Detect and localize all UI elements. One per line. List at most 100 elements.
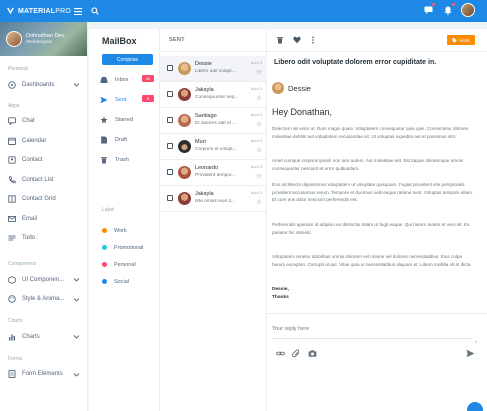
signoff-line: Thanks xyxy=(272,295,289,300)
camera-icon[interactable] xyxy=(308,349,317,358)
label-personal[interactable]: Personal xyxy=(89,256,160,273)
chart-icon xyxy=(7,332,16,341)
sender-name: Dessie xyxy=(195,61,212,67)
message-checkbox[interactable] xyxy=(167,91,173,97)
star-icon[interactable]: ☆ xyxy=(256,198,262,206)
bell-icon[interactable] xyxy=(441,3,455,17)
message-row[interactable]: Santiago Et dolores odit et ... April 3 … xyxy=(160,108,267,134)
folder-starred[interactable]: Starred xyxy=(89,111,160,128)
chevron-down-icon xyxy=(73,83,80,87)
label-name: Social xyxy=(114,278,129,285)
section-personal: Personal xyxy=(8,66,28,72)
sidebar-item-contact[interactable]: Contact xyxy=(0,151,87,171)
sender-avatar xyxy=(178,62,191,75)
email-paragraph: Perferendis aperiam id adipisci eo disti… xyxy=(272,222,470,235)
email-paragraph: Delectus nisi enim ut. Rum magni quasi. … xyxy=(272,126,469,139)
sidebar-item-label: Email xyxy=(22,215,38,222)
folder-label: Draft xyxy=(115,136,127,143)
message-preview: Iste omnis eius d... xyxy=(195,199,235,204)
message-checkbox[interactable] xyxy=(167,143,173,149)
more-vertical-icon[interactable] xyxy=(309,36,317,44)
sidebar-item-ui-components[interactable]: UI Componen... xyxy=(0,270,87,290)
link-icon[interactable] xyxy=(276,349,285,358)
message-row[interactable]: Leonardo Provident tempor... April 3 ☆ xyxy=(160,160,267,186)
message-row[interactable]: Jakayla Consequuntur neq... April 3 ☆ xyxy=(160,82,267,108)
section-components: Components xyxy=(8,261,37,267)
profile-name[interactable]: Dohnathan Deo Webdesigner xyxy=(26,33,65,45)
label-social[interactable]: Social xyxy=(89,273,160,290)
message-checkbox[interactable] xyxy=(167,195,173,201)
user-avatar[interactable] xyxy=(461,3,475,17)
contact-icon xyxy=(7,156,16,165)
reply-input[interactable] xyxy=(272,322,472,335)
label-color-dot xyxy=(102,279,107,284)
star-icon[interactable]: ☆ xyxy=(256,146,262,154)
folder-trash[interactable]: Trash xyxy=(89,151,160,168)
trash-icon xyxy=(101,156,107,164)
sidebar-item-email[interactable]: Email xyxy=(0,209,87,229)
folder-inbox[interactable]: Inbox 20 xyxy=(89,71,160,88)
sidebar-item-contact-list[interactable]: Contact List xyxy=(0,170,87,190)
floating-action-button[interactable] xyxy=(467,402,483,411)
message-row[interactable]: Jakayla Iste omnis eius d... April 3 ☆ xyxy=(160,186,267,212)
star-icon[interactable]: ☆ xyxy=(256,94,262,102)
message-checkbox[interactable] xyxy=(167,117,173,123)
message-preview: Consequuntur neq... xyxy=(195,95,239,100)
sidebar-item-todo[interactable]: Todo xyxy=(0,229,87,249)
label-promotional[interactable]: Promotional xyxy=(89,239,160,256)
brand-name: MATERIALPRO xyxy=(18,7,72,15)
list-icon xyxy=(7,234,16,243)
search-icon[interactable] xyxy=(88,4,102,18)
star-icon[interactable]: ☆ xyxy=(256,120,262,128)
chevron-down-icon xyxy=(73,297,80,302)
unread-badge: 5 xyxy=(142,95,154,102)
sidebar-item-calendar[interactable]: Calendar xyxy=(0,131,87,151)
message-icon[interactable] xyxy=(421,3,435,17)
sidebar-item-label: Chat xyxy=(22,118,35,125)
inbox-icon xyxy=(100,76,108,83)
message-row[interactable]: Dessie Libero odit volupt... April 3 ☆ xyxy=(160,56,267,82)
attachment-icon[interactable] xyxy=(292,349,301,358)
message-row[interactable]: Muri Corporis et volupt... April 3 ☆ xyxy=(160,134,267,160)
sender-name: Jakayla xyxy=(195,87,214,93)
sidebar-item-contact-grid[interactable]: Contact Grid xyxy=(0,190,87,210)
send-icon[interactable] xyxy=(466,349,475,358)
compose-button[interactable]: Compose xyxy=(102,54,153,65)
work-label-tag[interactable]: Work xyxy=(447,35,475,45)
email-paragraph: Voluptatem tenetur doloribus omnis dolor… xyxy=(272,254,472,267)
email-signature: Dessie, Thanks xyxy=(272,286,289,302)
sender-info: Dessie xyxy=(272,82,311,94)
email-paragraph: Amet cumque corporis ipsam non iure aute… xyxy=(272,158,463,171)
sidebar-item-chat[interactable]: Chat xyxy=(0,112,87,132)
sidebar: Dohnathan Deo Webdesigner Personal Dashb… xyxy=(0,22,88,411)
label-work[interactable]: Work xyxy=(89,222,160,239)
notification-dot xyxy=(432,3,435,6)
sidebar-item-style-animation[interactable]: Style & Anima... xyxy=(0,290,87,310)
menu-icon[interactable] xyxy=(71,4,85,18)
heart-icon[interactable] xyxy=(293,36,301,44)
label-color-dot xyxy=(102,262,107,267)
grid-icon xyxy=(7,195,16,204)
sidebar-item-label: UI Componen... xyxy=(22,276,65,283)
send-icon xyxy=(100,96,108,103)
logo-icon xyxy=(6,7,15,14)
notification-dot xyxy=(452,3,455,6)
star-icon[interactable]: ☆ xyxy=(256,172,262,180)
sender-avatar xyxy=(272,82,284,94)
dashboard-icon xyxy=(7,80,16,89)
sidebar-item-label: Todo xyxy=(22,235,36,242)
message-checkbox[interactable] xyxy=(167,65,173,71)
sidebar-item-charts[interactable]: Charts xyxy=(0,327,87,347)
sidebar-item-form-elements[interactable]: Form Elements xyxy=(0,365,87,385)
folder-sent[interactable]: Sent 5 xyxy=(89,91,160,108)
folder-draft[interactable]: Draft xyxy=(89,131,160,148)
label-name: Personal xyxy=(114,261,136,268)
profile-avatar[interactable] xyxy=(6,31,22,47)
sidebar-item-dashboards[interactable]: Dashboards xyxy=(0,75,87,95)
sidebar-item-label: Contact List xyxy=(22,176,54,183)
trash-icon[interactable] xyxy=(276,36,284,44)
message-checkbox[interactable] xyxy=(167,169,173,175)
list-heading: SENT xyxy=(160,29,266,52)
folder-label: Sent xyxy=(115,96,127,103)
star-icon[interactable]: ☆ xyxy=(256,68,262,76)
